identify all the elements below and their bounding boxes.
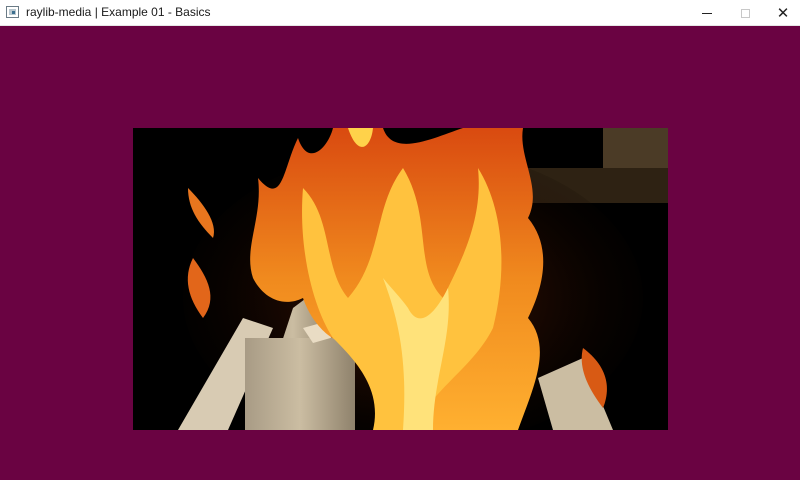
minimize-icon <box>702 12 712 14</box>
title-bar[interactable]: raylib-media | Example 01 - Basics ✕ <box>0 0 800 26</box>
window-title: raylib-media | Example 01 - Basics <box>26 5 211 19</box>
fire-image <box>133 128 668 430</box>
maximize-icon <box>740 8 750 18</box>
render-area <box>0 26 800 480</box>
app-window: raylib-media | Example 01 - Basics ✕ <box>0 0 800 480</box>
video-frame <box>133 128 668 430</box>
app-window-icon <box>6 6 19 18</box>
close-icon: ✕ <box>776 4 790 22</box>
close-button[interactable]: ✕ <box>760 0 800 26</box>
